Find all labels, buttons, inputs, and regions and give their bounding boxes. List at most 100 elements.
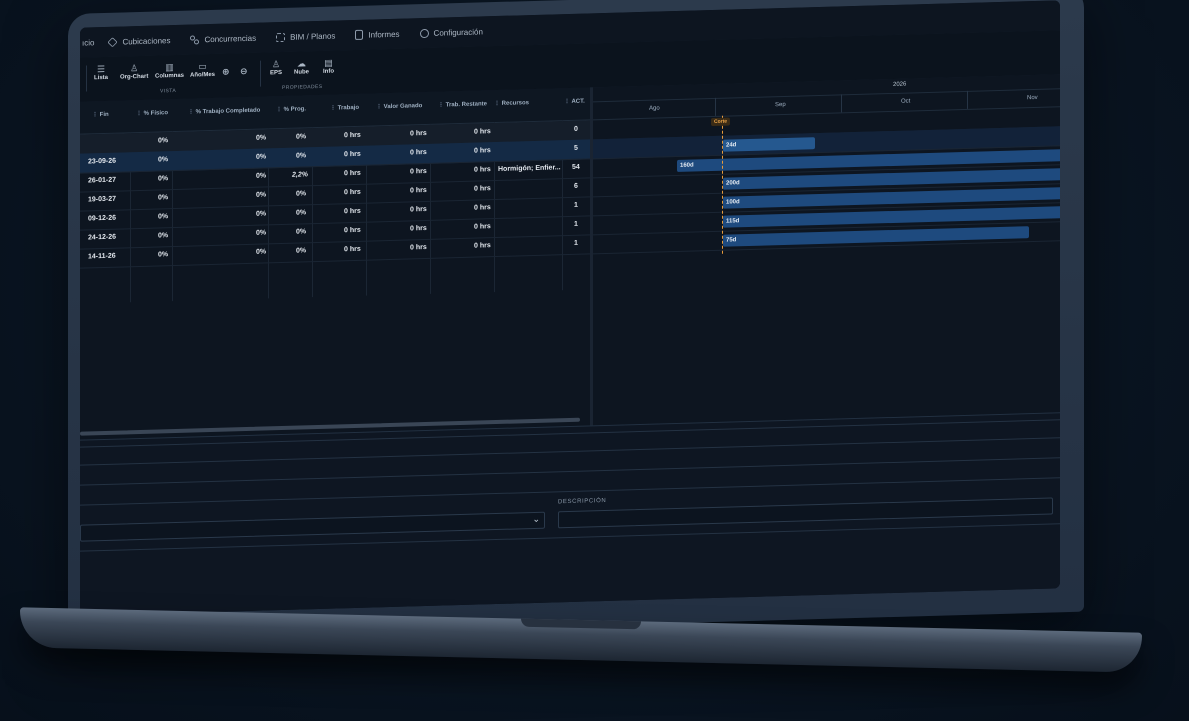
cell-prog: 0% <box>296 190 307 198</box>
app-screen: ıcio Cubicaciones Concurrencias BIM / Pl… <box>80 0 1060 616</box>
eps-icon: ♙ <box>271 59 281 70</box>
cube-icon <box>107 36 119 47</box>
month-label: Nov <box>1027 94 1038 102</box>
column-header-fin[interactable]: Fin <box>92 111 109 118</box>
cell-completado: 0% <box>256 248 267 256</box>
column-header-act[interactable]: ACT. <box>564 98 584 106</box>
cell-valor: 0 hrs <box>410 243 427 252</box>
cell-completado: 0% <box>256 153 267 161</box>
type-select[interactable]: ⌄ <box>80 511 545 542</box>
month-label: Ago <box>649 105 660 112</box>
cell-trabajo: 0 hrs <box>344 207 361 216</box>
cell-completado: 0% <box>256 210 267 218</box>
cell-fisico: 0% <box>158 213 169 221</box>
cell-trabajo: 0 hrs <box>344 226 361 235</box>
descripcion-input[interactable] <box>558 497 1053 529</box>
nav-label: Informes <box>368 29 400 40</box>
button-label: Lista <box>94 74 109 82</box>
nav-item-inicio[interactable]: ıcio <box>82 38 94 47</box>
button-label: Org-Chart <box>120 73 149 81</box>
cell-act: 1 <box>574 201 578 209</box>
cell-completado: 0% <box>256 172 267 180</box>
cell-completado: 0% <box>256 229 267 237</box>
org-chart-icon: ♙ <box>130 63 139 74</box>
cell-fin: 09-12-26 <box>88 214 117 223</box>
cell-restante: 0 hrs <box>474 166 491 174</box>
cell-recursos: Hormigón; Enfier... <box>498 164 561 173</box>
cell-restante: 0 hrs <box>474 128 491 136</box>
cell-act: 0 <box>574 125 578 133</box>
ano-mes-button[interactable]: ▭ Año/Mes <box>190 60 216 79</box>
info-button[interactable]: ▤ Info <box>323 57 334 75</box>
column-header-prog[interactable]: % Prog. <box>276 105 306 113</box>
cell-completado: 0% <box>256 134 267 142</box>
today-marker-label: Corte <box>711 117 731 127</box>
nav-item-cubicaciones[interactable]: Cubicaciones <box>107 36 170 47</box>
zoom-in-icon: ⊕ <box>222 66 230 77</box>
button-label: Nube <box>294 69 309 76</box>
cell-fin: 19-03-27 <box>88 195 117 204</box>
cell-trabajo: 0 hrs <box>344 188 361 197</box>
zoom-out-icon: ⊖ <box>240 65 248 77</box>
zoom-out-button[interactable]: ⊖ <box>240 65 248 77</box>
gear-icon <box>419 28 429 38</box>
cell-prog: 0% <box>296 247 307 255</box>
cell-prog: 0% <box>296 133 307 141</box>
cell-fisico: 0% <box>158 175 169 183</box>
button-label: Columnas <box>155 72 185 80</box>
cell-restante: 0 hrs <box>474 204 491 212</box>
info-icon: ▤ <box>324 57 333 68</box>
cell-act: 1 <box>574 220 578 228</box>
cell-valor: 0 hrs <box>410 205 427 214</box>
month-label: Sep <box>775 101 786 109</box>
month-label: Oct <box>901 98 911 105</box>
cell-restante: 0 hrs <box>474 185 491 193</box>
cell-fisico: 0% <box>158 194 169 202</box>
flow-icon <box>190 35 199 44</box>
column-header-trabajo-completado[interactable]: % Trabajo Completado <box>188 107 261 116</box>
nube-button[interactable]: ☁ Nube <box>294 57 309 75</box>
nav-label: Configuración <box>433 26 483 38</box>
nav-item-informes[interactable]: Informes <box>355 29 400 40</box>
task-grid: Fin % Físico % Trabajo Completado % Prog… <box>80 87 590 440</box>
descripcion-label: DESCRIPCIÓN <box>558 497 607 506</box>
year-label: 2026 <box>893 81 907 88</box>
button-label: Año/Mes <box>190 71 216 79</box>
laptop-lid: ıcio Cubicaciones Concurrencias BIM / Pl… <box>68 0 1084 641</box>
zoom-in-button[interactable]: ⊕ <box>222 65 230 77</box>
nav-item-configuracion[interactable]: Configuración <box>419 26 483 38</box>
cell-prog: 0% <box>296 209 307 217</box>
cell-valor: 0 hrs <box>410 148 427 157</box>
nav-item-concurrencias[interactable]: Concurrencias <box>190 33 256 44</box>
column-header-valor-ganado[interactable]: Valor Ganado <box>376 102 423 110</box>
cell-restante: 0 hrs <box>474 242 491 250</box>
lista-button[interactable]: ☰ Lista <box>94 63 108 81</box>
cell-valor: 0 hrs <box>410 129 427 138</box>
column-header-trabajo[interactable]: Trabajo <box>330 104 359 112</box>
column-header-recursos[interactable]: Recursos <box>494 99 529 107</box>
cell-fisico: 0% <box>158 137 169 145</box>
cell-prog: 0% <box>296 152 307 160</box>
nav-label: Concurrencias <box>204 33 257 44</box>
task-bar[interactable]: 24d <box>723 137 815 152</box>
cell-act: 1 <box>574 239 578 247</box>
eps-button[interactable]: ♙ EPS <box>270 58 282 76</box>
cell-fisico: 0% <box>158 232 169 240</box>
list-icon: ☰ <box>96 63 106 75</box>
nav-label: BIM / Planos <box>290 31 336 42</box>
nav-item-bim-planos[interactable]: BIM / Planos <box>276 31 335 42</box>
columns-icon: ▥ <box>165 62 174 73</box>
columnas-button[interactable]: ▥ Columnas <box>155 61 184 80</box>
group-label-propiedades: PROPIEDADES <box>282 83 323 92</box>
column-header-trab-restante[interactable]: Trab. Restante <box>438 100 487 108</box>
column-header-fisico[interactable]: % Físico <box>136 109 168 117</box>
detail-form: DESCRIPCIÓN ⌄ <box>80 412 1060 616</box>
cell-completado: 0% <box>256 191 267 199</box>
cloud-icon: ☁ <box>297 58 306 69</box>
task-bar[interactable]: 75d <box>723 226 1029 247</box>
scan-icon <box>276 32 286 42</box>
org-chart-button[interactable]: ♙ Org-Chart <box>120 62 148 81</box>
cell-trabajo: 0 hrs <box>344 169 361 178</box>
toolbar-divider <box>260 60 261 87</box>
cell-prog: 0% <box>296 228 307 236</box>
